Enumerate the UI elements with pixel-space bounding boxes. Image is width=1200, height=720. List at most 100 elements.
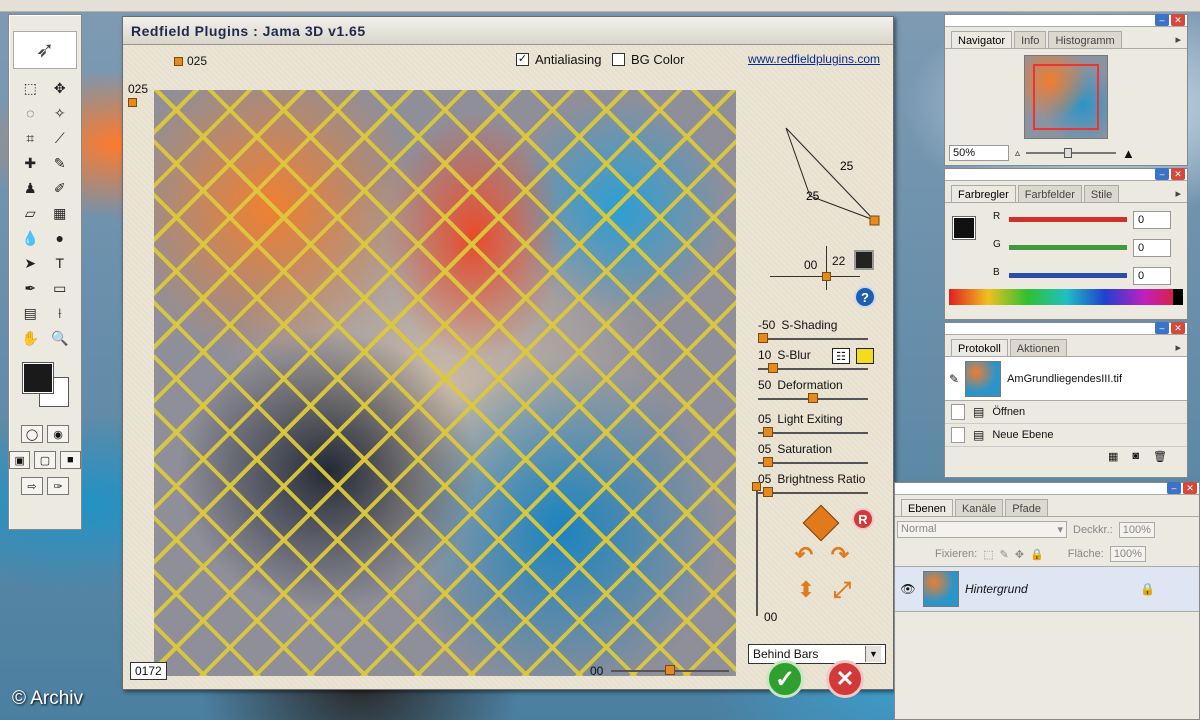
- cancel-button[interactable]: ✕: [826, 660, 864, 698]
- vertical-slider-knob[interactable]: [752, 482, 761, 491]
- depth-handle[interactable]: [822, 272, 831, 281]
- screen-mode-full-icon[interactable]: ▢: [34, 451, 56, 469]
- crop-tool-icon[interactable]: ⌗: [17, 127, 44, 149]
- slider-knob[interactable]: [808, 393, 818, 403]
- layer-row[interactable]: 👁 Hintergrund 🔒: [895, 566, 1199, 612]
- close-icon[interactable]: ✕: [1171, 168, 1185, 180]
- lock-brush-icon[interactable]: ✎: [1000, 548, 1009, 561]
- history-item[interactable]: ▤ Öffnen: [945, 401, 1187, 424]
- tab-stile[interactable]: Stile: [1083, 185, 1120, 202]
- zoom-out-icon[interactable]: ▵: [1015, 148, 1020, 159]
- lock-all-icon[interactable]: 🔒: [1030, 548, 1044, 561]
- ok-button[interactable]: ✓: [766, 660, 804, 698]
- tab-farbregler[interactable]: Farbregler: [951, 185, 1016, 202]
- history-checkbox[interactable]: [951, 427, 965, 443]
- minimize-icon[interactable]: –: [1155, 168, 1169, 180]
- antialiasing-option[interactable]: ✓ Antialiasing: [516, 52, 602, 67]
- quickmask-mode-icon[interactable]: ◉: [47, 425, 69, 443]
- antialiasing-checkbox[interactable]: ✓: [516, 53, 529, 66]
- help-button[interactable]: ?: [854, 286, 876, 308]
- tab-farbfelder[interactable]: Farbfelder: [1017, 185, 1082, 202]
- website-link[interactable]: www.redfieldplugins.com: [748, 52, 880, 66]
- zoom-in-icon[interactable]: ▲: [1122, 146, 1135, 161]
- selection-arrow-tool-icon[interactable]: ➤: [17, 252, 44, 274]
- preview-canvas[interactable]: [154, 90, 736, 676]
- close-icon[interactable]: ✕: [1183, 482, 1197, 494]
- angle-widget[interactable]: 25 25: [764, 116, 882, 226]
- b-field[interactable]: 0: [1133, 267, 1171, 285]
- randomize-dice-icon[interactable]: [802, 504, 840, 542]
- magic-wand-tool-icon[interactable]: ✧: [47, 102, 74, 124]
- slider-knob[interactable]: [768, 363, 778, 373]
- b-track[interactable]: [1009, 273, 1127, 278]
- vertical-slider-track[interactable]: [752, 482, 761, 616]
- chevron-down-icon[interactable]: ▾: [1057, 523, 1063, 536]
- parameter-slider[interactable]: 05 Brightness Ratio: [758, 472, 878, 497]
- dodge-tool-icon[interactable]: ●: [47, 227, 74, 249]
- minimize-icon[interactable]: –: [1155, 322, 1169, 334]
- foreground-color-swatch[interactable]: [22, 362, 54, 394]
- marquee-tool-icon[interactable]: ⬚: [17, 77, 44, 99]
- history-checkbox[interactable]: [951, 404, 965, 420]
- slider-knob[interactable]: [763, 457, 773, 467]
- depth-control[interactable]: 00 22: [770, 246, 860, 290]
- bottom-slider-track[interactable]: [611, 665, 730, 675]
- slice-tool-icon[interactable]: ⟋: [47, 127, 74, 149]
- history-snapshot[interactable]: ✎ AmGrundliegendesIII.tif: [945, 357, 1187, 401]
- parameter-slider[interactable]: 05 Saturation: [758, 442, 878, 467]
- lasso-tool-icon[interactable]: ◌: [17, 102, 44, 124]
- angle-handle[interactable]: [869, 215, 880, 226]
- reset-button[interactable]: R: [852, 508, 874, 530]
- tab-pfade[interactable]: Pfade: [1005, 499, 1048, 516]
- snapshot-icon[interactable]: ◙: [1132, 450, 1139, 463]
- history-brush-tool-icon[interactable]: ✐: [47, 177, 74, 199]
- r-track[interactable]: [1009, 217, 1127, 222]
- opacity-field[interactable]: 100%: [1118, 521, 1155, 538]
- tab-histogram[interactable]: Histogramm: [1048, 31, 1122, 48]
- bottom-slider-knob[interactable]: [665, 665, 676, 675]
- color-spectrum-bar[interactable]: [949, 289, 1183, 305]
- minimize-icon[interactable]: –: [1167, 482, 1181, 494]
- zoom-tool-icon[interactable]: 🔍: [47, 327, 74, 349]
- hand-tool-icon[interactable]: ✋: [17, 327, 44, 349]
- close-icon[interactable]: ✕: [1171, 14, 1185, 26]
- lock-move-icon[interactable]: ✥: [1015, 548, 1024, 561]
- jump-to-imageready-icon[interactable]: ⇨: [21, 477, 43, 495]
- blur-color-swatch[interactable]: [856, 348, 874, 364]
- lock-transparency-icon[interactable]: ⬚: [983, 548, 993, 561]
- chevron-down-icon[interactable]: ▼: [865, 646, 881, 662]
- eyedropper-tool-icon[interactable]: ⟊: [47, 302, 74, 324]
- screen-mode-standard-icon[interactable]: ▣: [9, 451, 31, 469]
- panel-menu-icon[interactable]: ▸: [1175, 185, 1181, 202]
- tab-aktionen[interactable]: Aktionen: [1009, 339, 1067, 356]
- type-tool-icon[interactable]: T: [47, 252, 74, 274]
- brush-tool-icon[interactable]: ✎: [47, 152, 74, 174]
- flip-vertical-icon[interactable]: ⬍: [792, 576, 820, 604]
- slider-knob[interactable]: [763, 427, 773, 437]
- zoom-field[interactable]: 50%: [949, 145, 1009, 161]
- slider-track[interactable]: [758, 427, 868, 437]
- slider-track[interactable]: [758, 333, 868, 343]
- panel-menu-icon[interactable]: ▸: [1175, 339, 1181, 356]
- top-counter-handle[interactable]: [174, 56, 183, 66]
- fill-field[interactable]: 100%: [1109, 546, 1146, 562]
- navigator-thumbnail[interactable]: [1024, 55, 1108, 139]
- eraser-tool-icon[interactable]: ▱: [17, 202, 44, 224]
- zoom-slider[interactable]: [1026, 148, 1117, 158]
- mode-select[interactable]: Behind Bars ▼: [748, 644, 886, 664]
- slider-track[interactable]: [758, 363, 868, 373]
- screen-mode-black-icon[interactable]: ■: [59, 451, 81, 469]
- eye-icon[interactable]: 👁: [899, 582, 917, 596]
- g-track[interactable]: [1009, 245, 1127, 250]
- parameter-slider[interactable]: 05 Light Exiting: [758, 412, 878, 437]
- blend-mode-select[interactable]: Normal ▾: [897, 521, 1067, 538]
- blur-pattern-icon[interactable]: ☷: [832, 348, 850, 364]
- notes-tool-icon[interactable]: ▤: [17, 302, 44, 324]
- history-brush-icon[interactable]: ✎: [949, 372, 959, 386]
- slider-track[interactable]: [758, 487, 868, 497]
- new-document-icon[interactable]: ▦: [1108, 450, 1118, 463]
- rotate-right-icon[interactable]: ↷: [826, 542, 854, 567]
- g-field[interactable]: 0: [1133, 239, 1171, 257]
- tab-kanaele[interactable]: Kanäle: [954, 499, 1004, 516]
- history-item[interactable]: ▤ Neue Ebene: [945, 424, 1187, 447]
